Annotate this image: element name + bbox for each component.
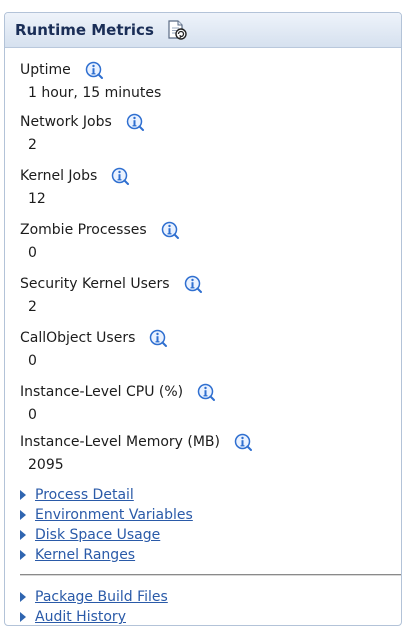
panel-title: Runtime Metrics: [15, 21, 154, 39]
info-icon[interactable]: [184, 275, 203, 294]
metric-instance-memory: Instance-Level Memory (MB) 2095: [20, 431, 253, 473]
metric-uptime: Uptime 1 hour, 15 minutes: [20, 59, 161, 101]
metric-security-kernel-users: Security Kernel Users 2: [20, 273, 203, 315]
info-icon[interactable]: [85, 61, 104, 80]
metric-label: Security Kernel Users: [20, 276, 170, 292]
metric-label: Kernel Jobs: [20, 168, 98, 184]
metric-label: Instance-Level Memory (MB): [20, 434, 220, 450]
metric-zombie-processes: Zombie Processes 0: [20, 219, 180, 261]
links-divider: [20, 574, 401, 576]
metric-label: Instance-Level CPU (%): [20, 384, 184, 400]
info-icon[interactable]: [126, 113, 145, 132]
expand-arrow-icon: [20, 530, 26, 540]
info-icon[interactable]: [149, 329, 168, 348]
metric-value: 0: [28, 353, 37, 369]
metric-kernel-jobs: Kernel Jobs 12: [20, 165, 130, 207]
metric-value: 12: [28, 191, 46, 207]
metric-instance-cpu: Instance-Level CPU (%) 0: [20, 381, 216, 423]
link-row-environment-variables: Environment Variables: [20, 505, 193, 525]
link-row-disk-space-usage: Disk Space Usage: [20, 525, 193, 545]
info-icon[interactable]: [161, 221, 180, 240]
metric-callobject-users: CallObject Users 0: [20, 327, 168, 369]
panel-header: Runtime Metrics: [5, 13, 401, 48]
link-row-package-build-files: Package Build Files: [20, 587, 168, 607]
metric-label: CallObject Users: [20, 330, 136, 346]
metric-label: Network Jobs: [20, 114, 112, 130]
disk-space-usage-link[interactable]: Disk Space Usage: [35, 527, 160, 543]
metric-value: 2: [28, 299, 37, 315]
info-icon[interactable]: [234, 433, 253, 452]
expand-arrow-icon: [20, 592, 26, 602]
metric-label: Uptime: [20, 62, 71, 78]
info-icon[interactable]: [197, 383, 216, 402]
link-row-audit-history: Audit History: [20, 607, 168, 625]
primary-links: Process Detail Environment Variables Dis…: [20, 485, 193, 565]
refresh-page-icon[interactable]: [166, 19, 188, 41]
runtime-metrics-panel: Runtime Metrics Uptime 1 hour, 15 minute…: [4, 12, 402, 626]
process-detail-link[interactable]: Process Detail: [35, 487, 134, 503]
metric-value: 0: [28, 407, 37, 423]
metric-network-jobs: Network Jobs 2: [20, 111, 145, 153]
metric-value: 0: [28, 245, 37, 261]
metric-label: Zombie Processes: [20, 222, 147, 238]
metric-value: 1 hour, 15 minutes: [28, 85, 162, 101]
expand-arrow-icon: [20, 490, 26, 500]
metric-value: 2095: [28, 457, 64, 473]
environment-variables-link[interactable]: Environment Variables: [35, 507, 193, 523]
expand-arrow-icon: [20, 612, 26, 622]
audit-history-link[interactable]: Audit History: [35, 609, 126, 625]
kernel-ranges-link[interactable]: Kernel Ranges: [35, 547, 135, 563]
expand-arrow-icon: [20, 510, 26, 520]
package-build-files-link[interactable]: Package Build Files: [35, 589, 168, 605]
expand-arrow-icon: [20, 550, 26, 560]
secondary-links: Package Build Files Audit History: [20, 587, 168, 625]
link-row-kernel-ranges: Kernel Ranges: [20, 545, 193, 565]
info-icon[interactable]: [111, 167, 130, 186]
link-row-process-detail: Process Detail: [20, 485, 193, 505]
metric-value: 2: [28, 137, 37, 153]
